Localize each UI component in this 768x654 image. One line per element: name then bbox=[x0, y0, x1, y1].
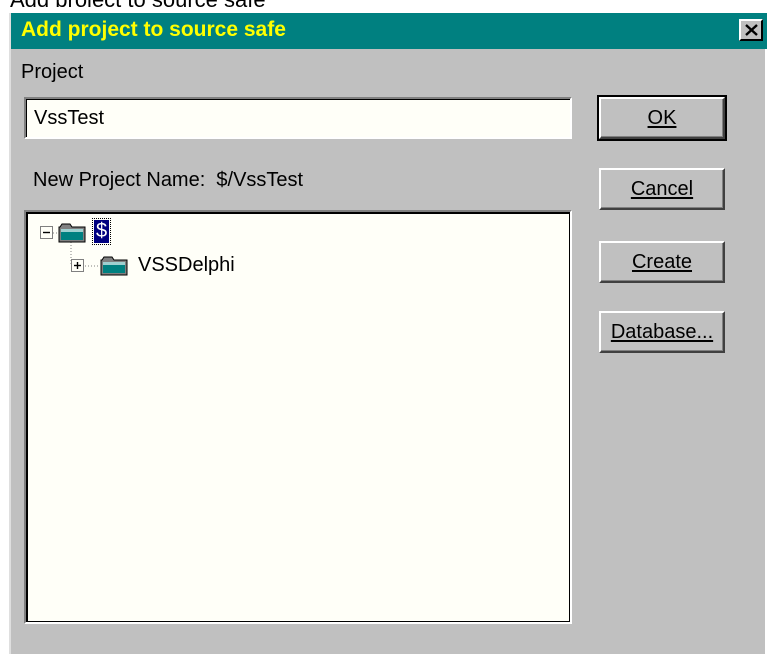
ok-button[interactable]: OK bbox=[597, 95, 727, 141]
project-input[interactable]: VssTest bbox=[24, 97, 572, 139]
dialog-title: Add project to source safe bbox=[21, 18, 286, 41]
folder-icon bbox=[58, 223, 86, 243]
close-button[interactable] bbox=[739, 19, 763, 41]
project-label: Project bbox=[21, 61, 84, 83]
add-project-dialog: Add project to source safe Project VssTe… bbox=[9, 13, 767, 654]
project-input-value: VssTest bbox=[34, 107, 105, 129]
project-tree[interactable]: $ VSSDelphi bbox=[24, 210, 572, 624]
folder-icon bbox=[100, 256, 128, 276]
database-button[interactable]: Database... bbox=[599, 311, 725, 353]
new-project-name-label: New Project Name: $/VssTest bbox=[33, 169, 304, 191]
create-button[interactable]: Create bbox=[599, 241, 725, 283]
tree-node-root-label[interactable]: $ bbox=[91, 218, 112, 245]
cancel-button[interactable]: Cancel bbox=[599, 168, 725, 210]
new-project-name-value: $/VssTest bbox=[216, 169, 304, 191]
expand-minus-icon[interactable] bbox=[40, 226, 54, 240]
expand-plus-icon[interactable] bbox=[71, 259, 85, 273]
background-window-title: Add project to source safe bbox=[0, 0, 768, 7]
tree-node-vssdelphi-label[interactable]: VSSDelphi bbox=[138, 254, 235, 277]
title-bar: Add project to source safe bbox=[11, 13, 767, 49]
close-icon bbox=[745, 24, 758, 36]
